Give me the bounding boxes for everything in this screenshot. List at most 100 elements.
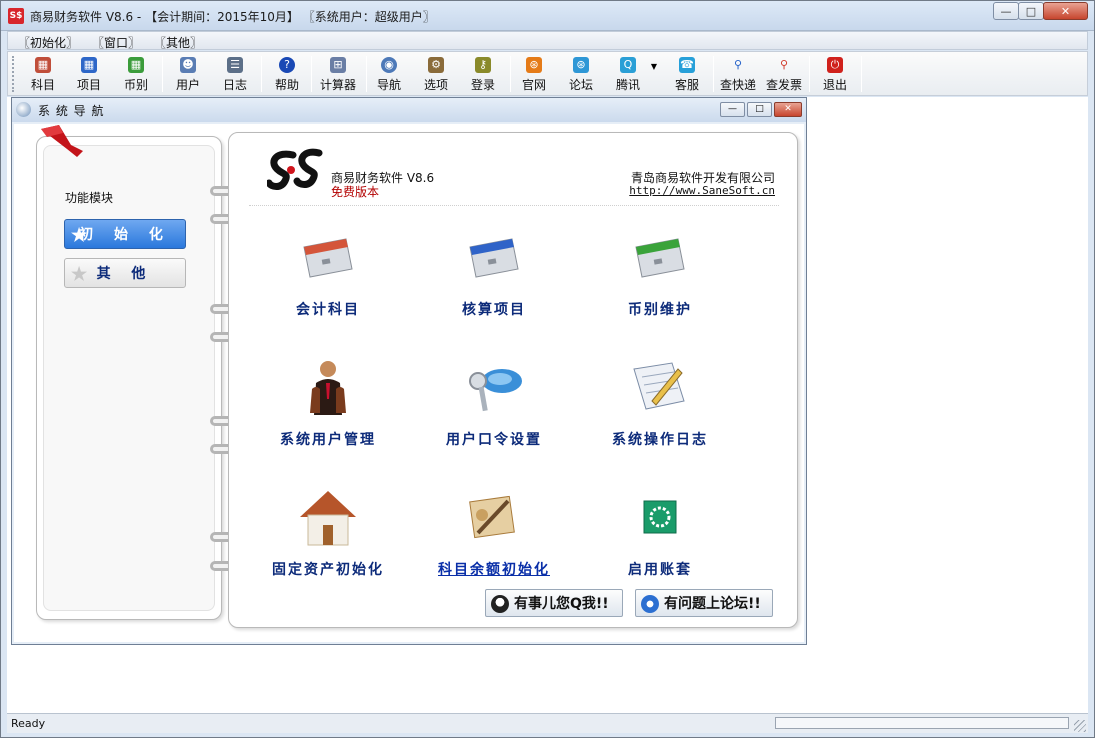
menu-window[interactable]: 〖窗口〗 <box>92 34 140 51</box>
log-icon: ☰ <box>227 57 243 73</box>
toolbar-button-tencent[interactable]: Q 腾讯 <box>607 54 649 94</box>
toolbar-separator <box>861 56 862 92</box>
navigation-title-bar[interactable]: 系 统 导 航 — □ ✕ <box>12 98 806 122</box>
module-init-button[interactable]: ★ 初 始 化 <box>64 219 186 249</box>
service-icon: ☎ <box>679 57 695 73</box>
toolbar: ▦ 科目 ▦ 项目 ▦ 币别 ☻ 用户 ☰ 日志 ? 帮助 ⊞ 计算器 ◉ 导航 ⚙ 选项 ⚷ 登录… <box>7 51 1088 96</box>
toolbar-button-account[interactable]: ▦ 科目 <box>22 54 64 94</box>
company-url-link[interactable]: http://www.SaneSoft.cn <box>629 184 775 197</box>
nav-close-button[interactable]: ✕ <box>774 102 802 117</box>
menu-init[interactable]: 〖初始化〗 <box>18 34 78 51</box>
globe-icon <box>16 102 31 117</box>
close-button[interactable]: ✕ <box>1043 2 1088 20</box>
function-accounting-items[interactable]: 核算项目 <box>419 225 569 319</box>
function-label: 币别维护 <box>628 302 692 318</box>
function-enable-account-set[interactable]: 启用账套 <box>585 485 735 579</box>
function-fixed-assets-init[interactable]: 固定资产初始化 <box>253 485 403 579</box>
module-init-label: 初 始 化 <box>79 227 171 243</box>
status-bar: Ready <box>7 713 1088 733</box>
window-title: 商易财务软件 V8.6 - 【会计期间：2015年10月】 〖系统用户：超级用户… <box>30 10 435 24</box>
users-icon: ☻ <box>180 57 196 73</box>
tencent-dropdown-icon[interactable]: ▼ <box>649 62 659 102</box>
minimize-button[interactable]: — <box>993 2 1019 20</box>
start-icon <box>643 500 677 534</box>
toolbar-button-log[interactable]: ☰ 日志 <box>214 54 256 94</box>
toolbar-grip[interactable] <box>12 56 16 92</box>
toolbar-label: 客服 <box>674 78 699 92</box>
key-icon: ⚷ <box>475 57 491 73</box>
toolbar-label: 计算器 <box>319 78 356 92</box>
book-icon: ▦ <box>35 57 51 73</box>
nav-maximize-button[interactable]: □ <box>747 102 772 117</box>
toolbar-label: 官网 <box>521 78 546 92</box>
function-label: 核算项目 <box>462 302 526 318</box>
menu-bar: 〖初始化〗 〖窗口〗 〖其他〗 <box>7 31 1088 50</box>
options-icon: ⚙ <box>428 57 444 73</box>
toolbar-label: 帮助 <box>274 78 299 92</box>
nav-minimize-button[interactable]: — <box>720 102 745 117</box>
search-invoice-icon: ⚲ <box>779 58 789 71</box>
toolbar-label: 论坛 <box>568 78 593 92</box>
navigation-content: 功能模块 ★ 初 始 化 ★ 其 他 商易财务软件 V8.6 免费版本 青岛商易… <box>14 124 804 642</box>
toolbar-button-exit[interactable]: ⏻ 退出 <box>814 54 856 94</box>
toolbar-separator <box>162 56 163 92</box>
toolbar-button-website[interactable]: ⊛ 官网 <box>513 54 555 94</box>
toolbar-button-service[interactable]: ☎ 客服 <box>666 54 708 94</box>
toolbar-button-forum[interactable]: ⊛ 论坛 <box>560 54 602 94</box>
currency-folder-icon <box>635 238 685 278</box>
toolbar-button-project[interactable]: ▦ 项目 <box>68 54 110 94</box>
maximize-button[interactable]: □ <box>1018 2 1044 20</box>
toolbar-button-help[interactable]: ? 帮助 <box>266 54 308 94</box>
function-account-subjects[interactable]: 会计科目 <box>253 225 403 319</box>
module-label: 功能模块 <box>65 191 114 205</box>
toolbar-button-navigate[interactable]: ◉ 导航 <box>368 54 410 94</box>
calculator-icon: ⊞ <box>330 57 346 73</box>
toolbar-label: 用户 <box>175 78 200 92</box>
status-text: Ready <box>11 717 46 730</box>
tencent-icon: Q <box>620 57 636 73</box>
function-operation-log[interactable]: 系统操作日志 <box>585 355 735 449</box>
toolbar-separator <box>510 56 511 92</box>
star-icon: ★ <box>71 264 88 285</box>
forum-help-label: 有问题上论坛!! <box>664 596 761 612</box>
globe-icon: ◉ <box>381 57 397 73</box>
toolbar-button-options[interactable]: ⚙ 选项 <box>415 54 457 94</box>
function-label: 用户口令设置 <box>446 432 542 448</box>
sanesoft-logo-icon <box>267 148 323 190</box>
toolbar-label: 腾讯 <box>615 78 640 92</box>
folder-icon: ▦ <box>81 57 97 73</box>
toolbar-label: 查发票 <box>765 78 802 92</box>
toolbar-button-login[interactable]: ⚷ 登录 <box>462 54 504 94</box>
forum-help-button[interactable]: 有问题上论坛!! <box>635 589 773 617</box>
toolbar-separator <box>261 56 262 92</box>
currency-icon: ▦ <box>128 57 144 73</box>
function-label: 系统操作日志 <box>612 432 708 448</box>
toolbar-button-currency[interactable]: ▦ 币别 <box>115 54 157 94</box>
contact-qq-label: 有事儿您Q我!! <box>514 596 609 612</box>
toolbar-label: 退出 <box>822 78 847 92</box>
toolbar-button-invoice[interactable]: ⚲ 查发票 <box>762 54 806 94</box>
project-folder-icon <box>469 238 519 278</box>
function-label: 启用账套 <box>628 562 692 578</box>
function-label: 会计科目 <box>296 302 360 318</box>
rss-icon: ⊛ <box>526 57 542 73</box>
contact-qq-button[interactable]: 有事儿您Q我!! <box>485 589 623 617</box>
function-label: 科目余额初始化 <box>438 562 550 578</box>
toolbar-button-calculator[interactable]: ⊞ 计算器 <box>314 54 362 94</box>
menu-other[interactable]: 〖其他〗 <box>154 34 202 51</box>
resize-grip-icon[interactable] <box>1074 720 1086 732</box>
function-currency-maintenance[interactable]: 币别维护 <box>585 225 735 319</box>
function-user-management[interactable]: 系统用户管理 <box>253 355 403 449</box>
toolbar-button-express[interactable]: ⚲ 查快递 <box>716 54 760 94</box>
function-subject-balance-init[interactable]: 科目余额初始化 <box>419 485 569 579</box>
toolbar-button-users[interactable]: ☻ 用户 <box>167 54 209 94</box>
function-password-settings[interactable]: 用户口令设置 <box>419 355 569 449</box>
navigation-title: 系 统 导 航 <box>38 104 105 118</box>
app-icon: S$ <box>8 8 24 24</box>
header-divider <box>249 205 779 206</box>
module-other-button[interactable]: ★ 其 他 <box>64 258 186 288</box>
title-bar[interactable]: S$ 商易财务软件 V8.6 - 【会计期间：2015年10月】 〖系统用户：超… <box>1 1 1094 31</box>
search-icon: ⚲ <box>733 58 743 71</box>
account-folder-icon <box>303 238 353 278</box>
toolbar-label: 币别 <box>123 78 148 92</box>
